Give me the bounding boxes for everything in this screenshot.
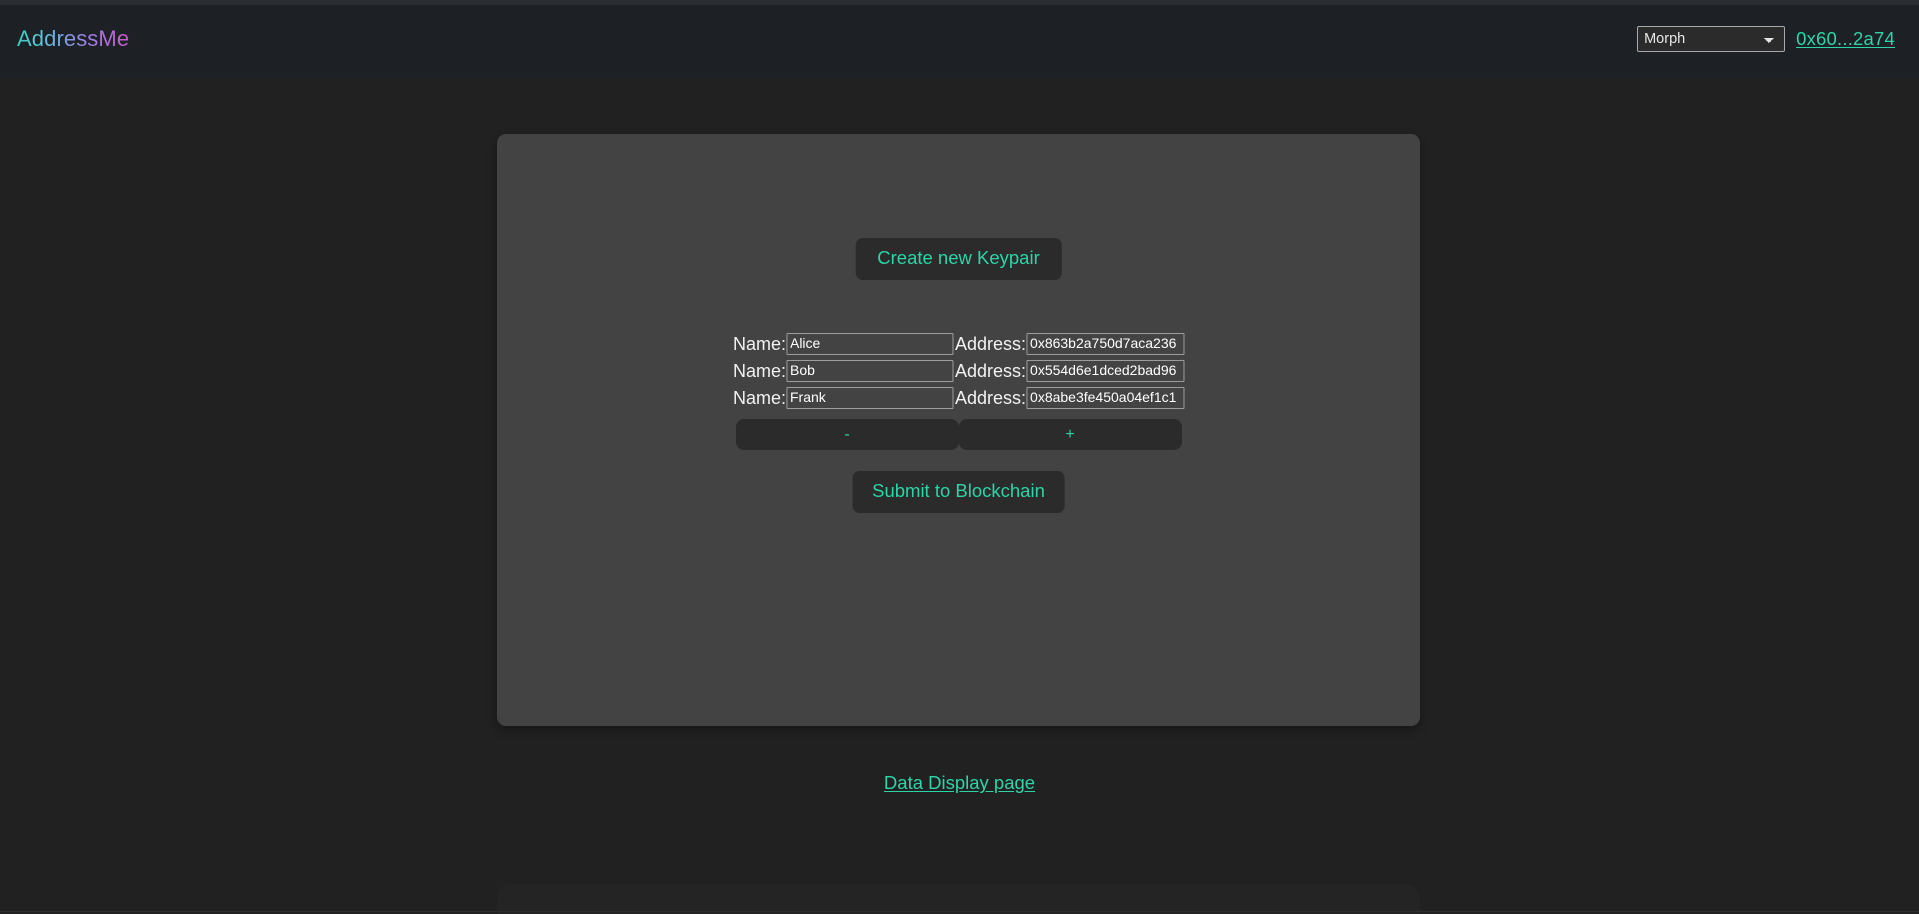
data-display-page-link[interactable]: Data Display page [884,772,1035,794]
address-label: Address: [954,333,1027,354]
name-label: Name: [732,387,786,408]
chain-select[interactable]: Morph [1637,26,1786,52]
create-keypair-button[interactable]: Create new Keypair [855,238,1062,280]
table-row: Name: Address: [732,384,1185,411]
name-input[interactable] [785,332,953,355]
address-label: Address: [954,360,1027,381]
row-stepper-group: - + [735,419,1182,450]
main-card: Create new Keypair Name: Address: Name: … [497,134,1420,726]
remove-row-button[interactable]: - [735,419,959,450]
add-row-button[interactable]: + [958,419,1182,450]
table-row: Name: Address: [732,357,1185,384]
top-navbar: AddressMe Morph 0x60...2a74 [0,0,1919,78]
app-brand-logo[interactable]: AddressMe [16,28,129,50]
navbar-right-group: Morph 0x60...2a74 [1637,26,1895,52]
address-input[interactable] [1026,332,1185,355]
address-input[interactable] [1026,359,1185,382]
name-label: Name: [732,333,786,354]
wallet-address-link[interactable]: 0x60...2a74 [1796,28,1895,50]
address-label: Address: [954,387,1027,408]
bottom-rule [0,911,1919,912]
submit-to-blockchain-button[interactable]: Submit to Blockchain [852,471,1065,513]
bottom-panel [497,884,1420,914]
app-root: AddressMe Morph 0x60...2a74 Create new K… [0,0,1919,914]
table-row: Name: Address: [732,330,1185,357]
navbar-top-edge [0,0,1919,5]
name-input[interactable] [785,386,953,409]
address-input[interactable] [1026,386,1185,409]
name-label: Name: [732,360,786,381]
name-input[interactable] [785,359,953,382]
keypair-rows: Name: Address: Name: Address: Name: Addr… [732,330,1185,411]
